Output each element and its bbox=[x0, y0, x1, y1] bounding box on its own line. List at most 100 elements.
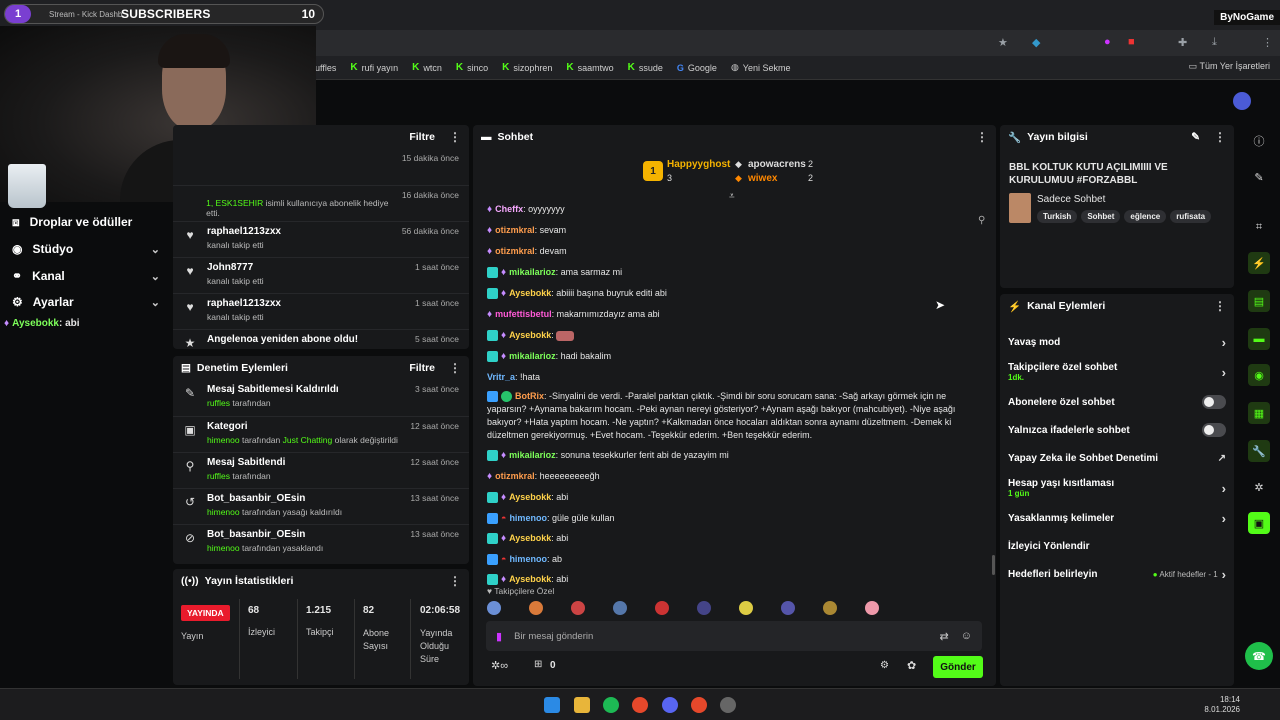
capture-icon[interactable]: ⌗ bbox=[1248, 216, 1270, 238]
emote[interactable] bbox=[613, 601, 627, 615]
emote[interactable] bbox=[739, 601, 753, 615]
subscribers-only-chat[interactable]: Abonelere özel sohbet bbox=[1000, 388, 1234, 416]
edit-icon[interactable]: ✎ bbox=[1191, 131, 1200, 143]
microphone-icon[interactable]: ▮ bbox=[496, 630, 502, 643]
gear-icon[interactable]: ⚙ bbox=[880, 660, 889, 671]
steam-icon[interactable] bbox=[720, 697, 736, 713]
moderation-icon[interactable]: ▦ bbox=[1248, 402, 1270, 424]
chrome-icon[interactable] bbox=[691, 697, 707, 713]
more-icon[interactable]: ⋮ bbox=[976, 130, 988, 144]
extensions-puzzle-icon[interactable]: ✚ bbox=[1178, 36, 1187, 49]
extension-icon[interactable]: ■ bbox=[1128, 36, 1135, 48]
chat-icon[interactable]: ▬ bbox=[1248, 328, 1270, 350]
filter-button[interactable]: Filtre bbox=[409, 362, 435, 374]
set-goals[interactable]: Hedefleri belirleyin ● Aktif hedefler - 1… bbox=[1000, 560, 1234, 588]
more-icon[interactable]: ⋮ bbox=[449, 574, 461, 588]
emote[interactable] bbox=[487, 601, 501, 615]
bookmark-item[interactable]: Kwtcn bbox=[412, 62, 442, 73]
emote[interactable] bbox=[529, 601, 543, 615]
extension-icon[interactable]: ◆ bbox=[1032, 36, 1040, 49]
bookmark-item[interactable]: Kssude bbox=[628, 62, 663, 73]
stat-value: 68 bbox=[248, 605, 260, 616]
more-icon[interactable]: ⋮ bbox=[449, 361, 461, 375]
pencil-icon[interactable]: ✎ bbox=[1248, 166, 1270, 188]
stars-icon[interactable]: ✲ bbox=[1248, 476, 1270, 498]
bookmark-item[interactable]: G Google bbox=[677, 63, 717, 73]
download-icon[interactable]: ⤓ bbox=[1212, 36, 1217, 49]
chat-input[interactable]: ▮ Bir mesaj gönderin ⇄ ☺ bbox=[486, 621, 982, 651]
subscriber-goal-bar: 1 Stream - Kick Dashb SUBSCRIBERS 10 bbox=[4, 4, 324, 24]
nav-studio[interactable]: ◉ Stüdyo ⌄ bbox=[12, 238, 160, 260]
windows-start-icon[interactable] bbox=[544, 697, 560, 713]
emote[interactable] bbox=[697, 601, 711, 615]
emotes-only-chat[interactable]: Yalnızca ifadelerle sohbet bbox=[1000, 416, 1234, 444]
emote[interactable] bbox=[823, 601, 837, 615]
sticker-icon[interactable]: ✿ bbox=[907, 659, 916, 672]
support-icon[interactable]: ☎ bbox=[1245, 642, 1273, 670]
more-icon[interactable]: ⋮ bbox=[1214, 299, 1226, 313]
gallery-icon[interactable]: ▣ bbox=[1248, 512, 1270, 534]
banned-words[interactable]: Yasaklanmış kelimeler › bbox=[1000, 504, 1234, 532]
slow-mode[interactable]: Yavaş mod › bbox=[1000, 328, 1234, 356]
pin-icon[interactable]: ⚲ bbox=[978, 215, 985, 226]
bookmark-item[interactable]: Krufi yayın bbox=[350, 62, 398, 73]
toggle-switch[interactable] bbox=[1202, 423, 1226, 437]
more-icon[interactable]: ⋮ bbox=[449, 130, 461, 144]
viewer-redirect[interactable]: İzleyici Yönlendir bbox=[1000, 532, 1234, 560]
extension-icon[interactable]: ● bbox=[1104, 36, 1111, 48]
nav-settings[interactable]: ⚙ Ayarlar ⌄ bbox=[12, 291, 160, 313]
nav-channel[interactable]: ⚭ Kanal ⌄ bbox=[12, 265, 160, 287]
bookmark-star-icon[interactable]: ★ bbox=[998, 36, 1008, 49]
broadcast-icon[interactable]: ◉ bbox=[1248, 364, 1270, 386]
store-icon[interactable]: ⊞ bbox=[534, 659, 542, 670]
chrome-icon[interactable] bbox=[632, 697, 648, 713]
user-avatar[interactable] bbox=[1233, 92, 1251, 110]
unpin-icon: ✎ bbox=[184, 386, 196, 400]
tools-icon[interactable]: 🔧 bbox=[1248, 440, 1270, 462]
filter-button[interactable]: Filtre bbox=[409, 131, 435, 143]
tag[interactable]: Sohbet bbox=[1081, 210, 1121, 223]
channel-actions-panel: ⚡ Kanal Eylemleri ⋮ Yavaş mod › Takipçilere… bbox=[1000, 294, 1234, 686]
translate-icon[interactable]: ⇄ bbox=[940, 630, 949, 643]
emote[interactable] bbox=[655, 601, 669, 615]
send-button[interactable]: Gönder bbox=[933, 656, 983, 678]
heart-icon: ♥ bbox=[186, 264, 194, 278]
file-explorer-icon[interactable] bbox=[574, 697, 590, 713]
system-clock[interactable]: 18:14 8.01.2026 bbox=[1204, 695, 1240, 715]
gem-badge-icon: ♦ bbox=[501, 330, 507, 341]
leader-third[interactable]: wiwex bbox=[748, 173, 777, 184]
bolt-icon[interactable]: ⚡ bbox=[1248, 252, 1270, 274]
stream-info-header: 🔧 Yayın bilgisi ✎ ⋮ bbox=[1008, 130, 1226, 144]
tag[interactable]: rufisata bbox=[1170, 210, 1212, 223]
all-bookmarks[interactable]: ▭ Tüm Yer İşaretleri bbox=[1189, 61, 1270, 72]
bookmark-item[interactable]: ◍ Yeni Sekme bbox=[731, 62, 791, 73]
chat-scrollbar[interactable] bbox=[992, 555, 995, 575]
bookmark-item[interactable]: Ksaamtwo bbox=[566, 62, 613, 73]
stream-title: BBL KOLTUK KUTU AÇILIMIIII VE KURULUMUU … bbox=[1009, 162, 1168, 186]
bookmark-item[interactable]: Ksinco bbox=[456, 62, 488, 73]
emote[interactable] bbox=[781, 601, 795, 615]
leader-first[interactable]: Happyyghost bbox=[667, 159, 730, 170]
emoji-icon[interactable]: ☺ bbox=[961, 630, 972, 642]
nav-drops[interactable]: ⧈ Droplar ve ödüller bbox=[12, 211, 160, 233]
toggle-switch[interactable] bbox=[1202, 395, 1226, 409]
ai-moderation[interactable]: Yapay Zeka ile Sohbet Denetimi ↗ bbox=[1000, 444, 1234, 472]
more-icon[interactable]: ⋮ bbox=[1214, 130, 1226, 144]
chat-message: ♦ Cheffx: oyyyyyyy bbox=[487, 204, 565, 215]
emote[interactable] bbox=[571, 601, 585, 615]
tag[interactable]: Turkish bbox=[1037, 210, 1078, 223]
tag[interactable]: eğlence bbox=[1124, 210, 1167, 223]
followers-only-chat[interactable]: Takipçilere özel sohbet 1dk. › bbox=[1000, 356, 1234, 388]
emote[interactable] bbox=[865, 601, 879, 615]
stars-icon[interactable]: ✲∞ bbox=[491, 659, 508, 672]
leader-second[interactable]: apowacrens bbox=[748, 159, 806, 170]
discord-icon[interactable] bbox=[662, 697, 678, 713]
spotify-icon[interactable] bbox=[603, 697, 619, 713]
category-name[interactable]: Sadece Sohbet bbox=[1037, 194, 1105, 205]
bookmark-item[interactable]: Ksizophren bbox=[502, 62, 552, 73]
account-age-restriction[interactable]: Hesap yaşı kısıtlaması 1 gün › bbox=[1000, 472, 1234, 504]
gem-badge-icon: ♦ bbox=[501, 492, 507, 503]
notes-icon[interactable]: ▤ bbox=[1248, 290, 1270, 312]
info-icon[interactable]: ⓘ bbox=[1248, 130, 1270, 152]
menu-icon[interactable]: ⋮ bbox=[1262, 36, 1273, 49]
